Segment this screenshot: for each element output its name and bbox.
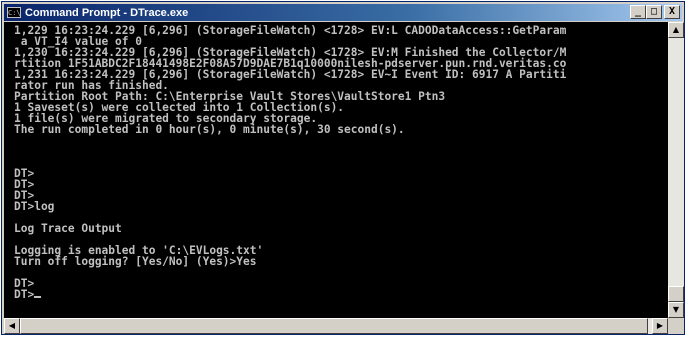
horizontal-scroll-thumb[interactable] — [20, 318, 648, 334]
text-cursor — [34, 296, 42, 298]
console-line: DT> — [14, 178, 35, 191]
close-button[interactable]: X — [664, 5, 680, 19]
console-line: DT>log — [14, 200, 55, 213]
scroll-left-button[interactable]: ◀ — [4, 318, 20, 334]
command-prompt-icon[interactable]: C:\ — [7, 7, 21, 18]
scroll-up-button[interactable]: ▲ — [668, 22, 684, 38]
scroll-right-button[interactable]: ▶ — [652, 318, 668, 334]
scroll-down-button[interactable]: ▼ — [668, 302, 684, 318]
maximize-button[interactable]: □ — [646, 5, 662, 19]
minimize-button[interactable]: _ — [630, 5, 646, 19]
console-line: Log Trace Output — [14, 222, 122, 235]
console-line: Turn off logging? [Yes/No] (Yes)>Yes — [14, 255, 257, 268]
window-title: Command Prompt - DTrace.exe — [25, 6, 189, 19]
vertical-scrollbar[interactable]: ▲ ▼ — [668, 22, 684, 318]
title-bar[interactable]: C:\ Command Prompt - DTrace.exe _ □ X — [4, 4, 682, 21]
console-line: DT> — [14, 289, 668, 300]
command-prompt-window: C:\ Command Prompt - DTrace.exe _ □ X 1,… — [1, 1, 685, 335]
console-line: DT> — [14, 189, 35, 202]
console-output[interactable]: 1,229 16:23:24.229 [6,296] (StorageFileW… — [4, 22, 668, 318]
console-line: DT> — [14, 167, 35, 180]
console-line: DT> — [14, 277, 35, 290]
console-line: The run completed in 0 hour(s), 0 minute… — [14, 123, 405, 136]
vertical-scroll-thumb[interactable] — [668, 286, 684, 302]
window-controls: _ □ X — [630, 5, 680, 19]
console-text: 1,229 16:23:24.229 [6,296] (StorageFileW… — [4, 22, 668, 300]
horizontal-scrollbar[interactable]: ◀ ▶ — [4, 318, 668, 334]
size-grip — [668, 318, 684, 334]
